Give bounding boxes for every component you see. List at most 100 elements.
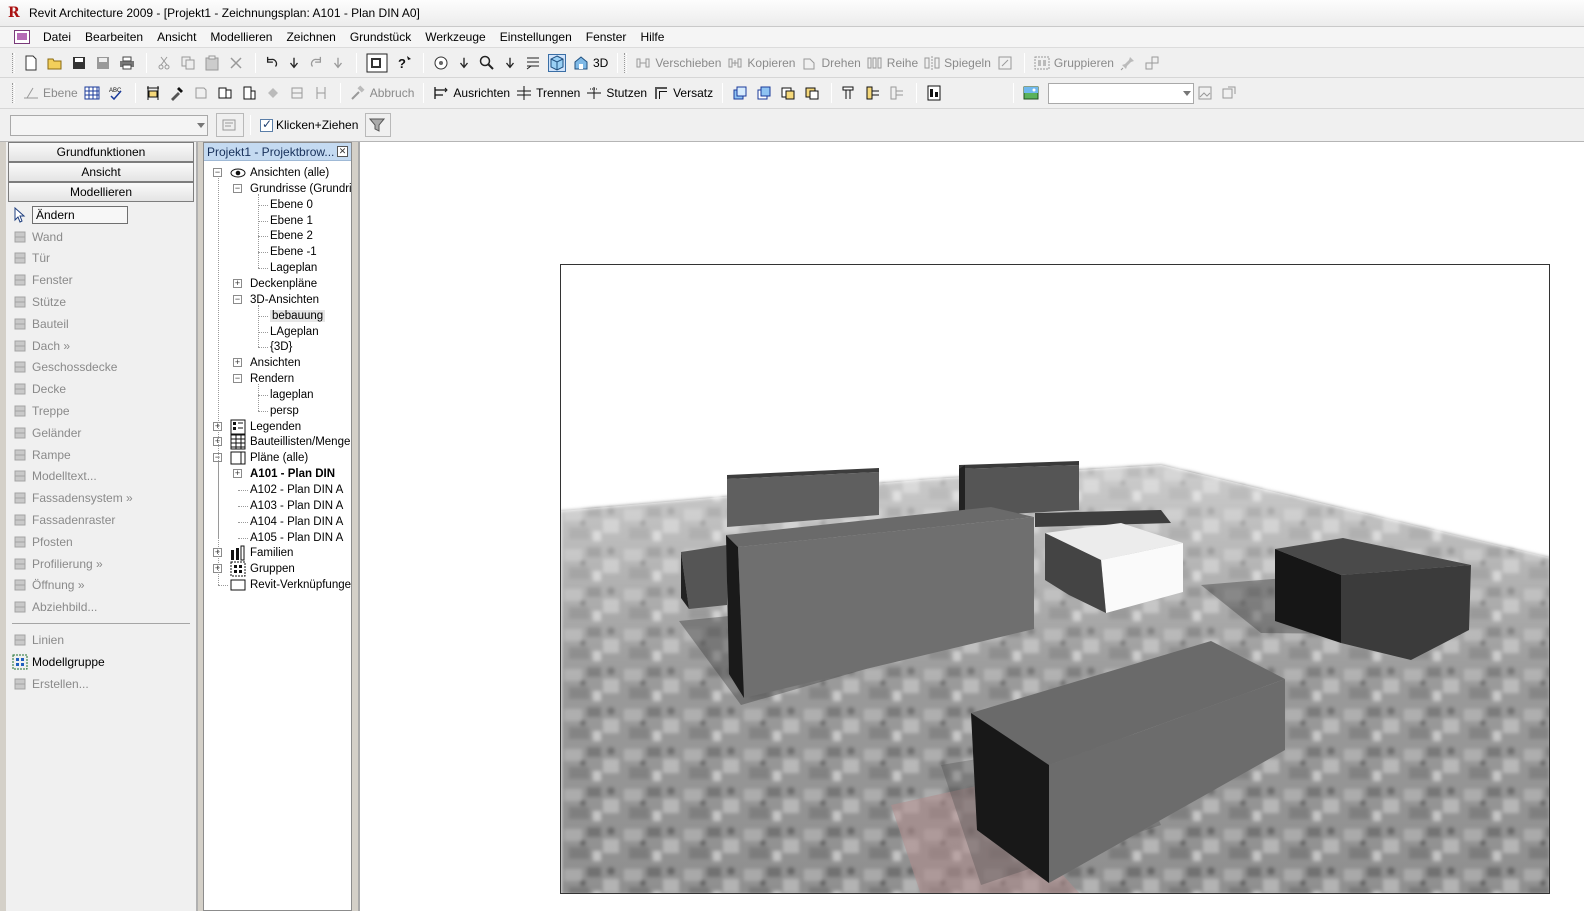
tool-lines[interactable]: Linien [6, 629, 196, 651]
menu-bearbeiten[interactable]: Bearbeiten [78, 27, 150, 48]
copy-monitor-button[interactable] [777, 82, 801, 104]
toolbar-grip[interactable] [624, 52, 628, 73]
tree-node[interactable]: Ansichten [250, 355, 351, 371]
drag-elements-option[interactable]: Klicken+Ziehen [257, 114, 361, 136]
move-button[interactable]: Verschieben [632, 52, 724, 74]
tool-floor[interactable]: Geschossdecke [6, 357, 196, 379]
menu-datei[interactable]: Datei [36, 27, 78, 48]
tool-decal[interactable]: Abziehbild... [6, 596, 196, 618]
walkthrough-button[interactable] [1218, 82, 1242, 104]
design-tab-1[interactable]: Ansicht [8, 162, 194, 182]
tree-node[interactable]: Gruppen [230, 561, 351, 577]
join-button[interactable] [238, 82, 262, 104]
menu-modellieren[interactable]: Modellieren [203, 27, 279, 48]
tree-node[interactable]: Revit-Verknüpfunger [230, 577, 351, 593]
collapse-icon[interactable]: − [213, 168, 222, 177]
expand-icon[interactable]: + [233, 278, 242, 288]
resize-button[interactable] [994, 52, 1018, 74]
tree-node[interactable]: Ebene 0 [270, 197, 351, 213]
paste-aligned-button[interactable] [753, 82, 777, 104]
collapse-icon[interactable]: − [233, 374, 242, 384]
rotate-button[interactable]: Drehen [798, 52, 863, 74]
type-selector[interactable] [10, 114, 208, 136]
beam-join-button[interactable] [310, 82, 334, 104]
expand-icon[interactable]: + [233, 358, 242, 368]
cope-button[interactable] [262, 82, 286, 104]
tree-node[interactable]: A105 - Plan DIN A [250, 530, 351, 546]
tool-wall[interactable]: Wand [6, 226, 196, 248]
tree-node[interactable]: bebauung [270, 308, 351, 324]
tree-node[interactable]: Legenden [230, 419, 351, 435]
menu-einstellungen[interactable]: Einstellungen [493, 27, 579, 48]
tree-node[interactable]: Pläne (alle) [230, 450, 351, 466]
demolish-button[interactable]: Abbruch [347, 82, 418, 104]
new-button[interactable] [20, 52, 44, 74]
3d-view-button[interactable]: 3D [570, 52, 611, 74]
design-tab-0[interactable]: Grundfunktionen [8, 142, 194, 162]
tree-node[interactable]: A102 - Plan DIN A [250, 482, 351, 498]
default-3d-view-button[interactable] [546, 52, 570, 74]
tool-window[interactable]: Fenster [6, 269, 196, 291]
element-properties-button[interactable] [216, 113, 244, 137]
tool-door[interactable]: Tür [6, 248, 196, 270]
menu-grundstück[interactable]: Grundstück [343, 27, 418, 48]
tree-node[interactable]: LAgeplan [270, 324, 351, 340]
expand-icon[interactable]: + [233, 469, 242, 479]
menu-zeichnen[interactable]: Zeichnen [279, 27, 342, 48]
tree-node[interactable]: 3D-Ansichten [250, 292, 351, 308]
align-button[interactable]: Ausrichten [430, 82, 513, 104]
grid-button[interactable] [81, 82, 105, 104]
menu-fenster[interactable]: Fenster [579, 27, 634, 48]
tool-column[interactable]: Stütze [6, 291, 196, 313]
tool-railing[interactable]: Geländer [6, 422, 196, 444]
redo-button[interactable] [306, 52, 328, 74]
zoom-button[interactable] [476, 52, 500, 74]
match-type-button[interactable] [166, 82, 190, 104]
tree-node[interactable]: Deckenpläne [250, 276, 351, 292]
cut-button[interactable] [153, 52, 177, 74]
wall-join-button[interactable] [286, 82, 310, 104]
zoom-wheel-button[interactable] [430, 52, 454, 74]
copy-button[interactable] [177, 52, 201, 74]
render-scene-select[interactable] [1048, 82, 1195, 104]
tool-ceiling[interactable]: Decke [6, 378, 196, 400]
wheel-dropdown[interactable] [454, 52, 476, 74]
tree-node[interactable]: Ebene 2 [270, 228, 351, 244]
tree-node[interactable]: A103 - Plan DIN A [250, 498, 351, 514]
close-icon[interactable]: ✕ [337, 146, 348, 157]
tool-mullion[interactable]: Pfosten [6, 531, 196, 553]
drawing-area[interactable] [358, 142, 1584, 911]
spell-check-button[interactable]: ABC [105, 82, 129, 104]
tree-node[interactable]: A101 - Plan DIN [250, 466, 351, 482]
menu-werkzeuge[interactable]: Werkzeuge [418, 27, 492, 48]
save-button[interactable] [68, 52, 92, 74]
redo-dropdown[interactable] [328, 52, 350, 74]
tree-node[interactable]: Ebene 1 [270, 213, 351, 229]
copy-to-clipboard-button[interactable] [729, 82, 753, 104]
tool-curtain-system[interactable]: Fassadensystem » [6, 487, 196, 509]
offset-button[interactable]: Versatz [650, 82, 716, 104]
coordination-button[interactable] [801, 82, 825, 104]
array-button[interactable]: Reihe [864, 52, 921, 74]
trim-button[interactable]: Stutzen [583, 82, 650, 104]
tool-component[interactable]: Bauteil [6, 313, 196, 335]
paste-button[interactable] [201, 52, 225, 74]
split-face-button[interactable] [214, 82, 238, 104]
dimension-button[interactable] [142, 82, 166, 104]
document-icon[interactable] [14, 30, 30, 44]
print-button[interactable] [116, 52, 140, 74]
tool-curtain-grid[interactable]: Fassadenraster [6, 509, 196, 531]
menu-ansicht[interactable]: Ansicht [150, 27, 203, 48]
tool-create[interactable]: Erstellen... [6, 673, 196, 695]
open-button[interactable] [44, 52, 68, 74]
tool-model-text[interactable]: Modelltext... [6, 466, 196, 488]
render-settings-button[interactable] [1194, 82, 1218, 104]
tool-model-group[interactable]: Modellgruppe [6, 651, 196, 673]
type-properties-button[interactable] [363, 52, 393, 74]
tree-node[interactable]: lageplan [270, 387, 351, 403]
thin-lines-button[interactable] [522, 52, 546, 74]
tree-node[interactable]: A104 - Plan DIN A [250, 514, 351, 530]
unpin-button[interactable] [1141, 52, 1165, 74]
pin-button[interactable] [1117, 52, 1141, 74]
tree-node[interactable]: {3D} [270, 339, 351, 355]
